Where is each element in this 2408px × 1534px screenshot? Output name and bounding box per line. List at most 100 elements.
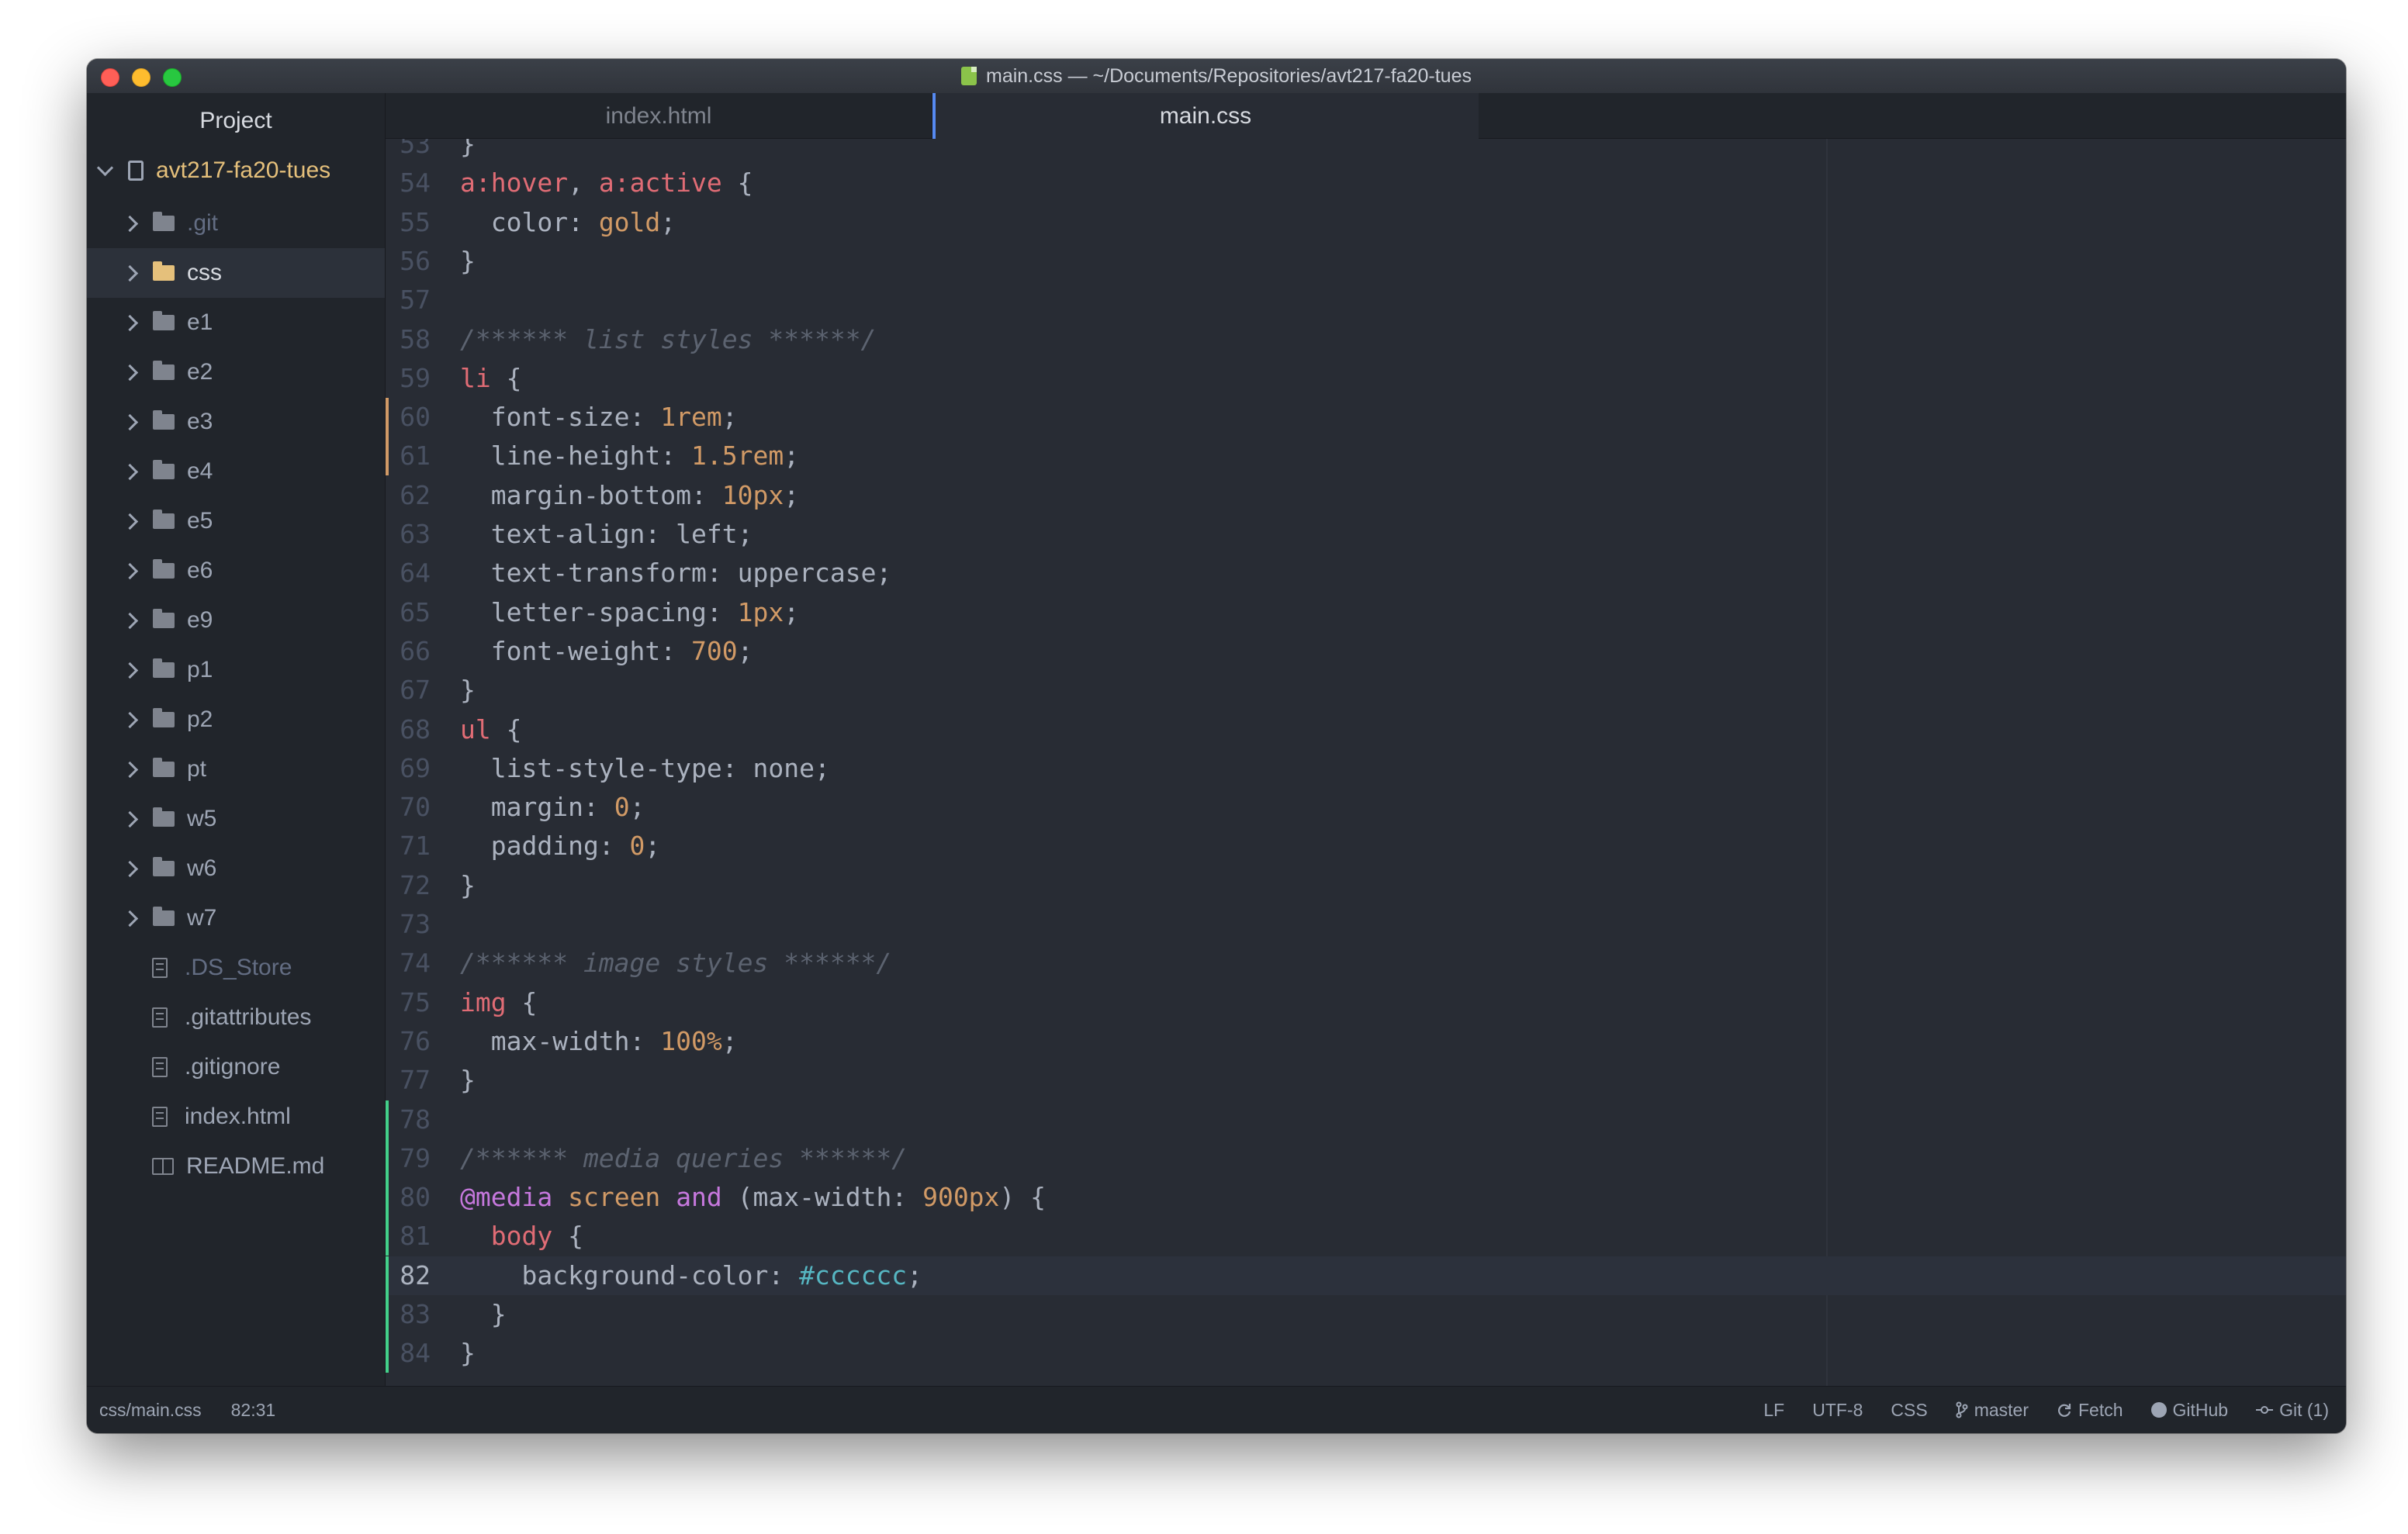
code-line[interactable]: 80 @media screen and (max-width: 900px) {	[386, 1178, 2346, 1218]
tab-index-html[interactable]: index.html	[386, 93, 932, 138]
code-line[interactable]: 62 margin-bottom: 10px;	[386, 476, 2346, 515]
line-number: 82	[400, 1259, 431, 1290]
code-line[interactable]: 74 /****** image styles ******/	[386, 944, 2346, 983]
project-root[interactable]: avt217-fa20-tues	[87, 149, 385, 192]
code-line[interactable]: 71 padding: 0;	[386, 827, 2346, 865]
code-line[interactable]: 82 background-color: #cccccc;	[386, 1256, 2346, 1295]
tree-folder[interactable]: p2	[87, 695, 385, 745]
code-token: {	[506, 986, 538, 1017]
status-file-path[interactable]: css/main.css	[99, 1400, 202, 1421]
code-line[interactable]: 64 text-transform: uppercase;	[386, 554, 2346, 593]
code-token: {	[490, 713, 522, 745]
tree-file[interactable]: .DS_Store	[87, 943, 385, 993]
tree-item-label: .DS_Store	[185, 955, 292, 980]
code-token: /****** image styles ******/	[460, 948, 892, 979]
code-line[interactable]: 59 li {	[386, 359, 2346, 398]
tree-folder[interactable]: e3	[87, 397, 385, 447]
code-line[interactable]: 79 /****** media queries ******/	[386, 1138, 2346, 1178]
tree-folder[interactable]: e6	[87, 546, 385, 596]
tree-item-label: e6	[187, 558, 213, 583]
github-icon	[2150, 1402, 2167, 1418]
code-line[interactable]: 55 color: gold;	[386, 203, 2346, 242]
code-token: img	[460, 986, 507, 1017]
tab-main-css[interactable]: main.css	[932, 93, 1479, 139]
folder-icon	[153, 708, 175, 727]
tree-file[interactable]: .gitignore	[87, 1042, 385, 1092]
code-line[interactable]: 53}	[386, 139, 2346, 164]
code-line[interactable]: 70 margin: 0;	[386, 788, 2346, 827]
tree-item-label: w6	[187, 855, 217, 881]
status-branch[interactable]: master	[1956, 1400, 2029, 1421]
code-line[interactable]: 57	[386, 281, 2346, 320]
code-line[interactable]: 61 line-height: 1.5rem;	[386, 437, 2346, 476]
code-token: text-align:	[460, 519, 676, 549]
code-token: ;	[645, 831, 661, 862]
code-token: /****** media queries ******/	[460, 1142, 908, 1173]
line-code: text-transform: uppercase;	[460, 554, 892, 593]
tree-folder[interactable]: e2	[87, 347, 385, 397]
tree-folder[interactable]: e4	[87, 447, 385, 496]
code-line[interactable]: 54 a:hover, a:active {	[386, 164, 2346, 202]
code-token: a:hover	[460, 168, 569, 199]
code-token: 0	[629, 831, 645, 862]
fetch-button[interactable]: Fetch	[2057, 1400, 2123, 1421]
code-editor[interactable]: 53} 54 a:hover, a:active {55 color: gold; 5…	[386, 139, 2346, 1387]
status-encoding[interactable]: UTF-8	[1812, 1400, 1863, 1421]
status-grammar[interactable]: CSS	[1891, 1400, 1927, 1421]
tree-file[interactable]: README.md	[87, 1142, 385, 1191]
project-panel-title[interactable]: Project	[87, 93, 385, 149]
code-line[interactable]: 60 font-size: 1rem;	[386, 398, 2346, 437]
tree-folder[interactable]: e9	[87, 596, 385, 645]
chevron-right-icon	[121, 711, 139, 728]
tree-folder[interactable]: e5	[87, 496, 385, 546]
tree-folder[interactable]: w7	[87, 893, 385, 943]
code-line[interactable]: 68 ul {	[386, 710, 2346, 749]
tree-folder[interactable]: .git	[87, 199, 385, 248]
title-bar[interactable]: main.css — ~/Documents/Repositories/avt2…	[87, 59, 2346, 94]
line-code: line-height: 1.5rem;	[460, 437, 799, 475]
code-token: text-transform:	[460, 558, 738, 589]
code-line[interactable]: 66 font-weight: 700;	[386, 632, 2346, 671]
tree-folder[interactable]: w6	[87, 844, 385, 893]
code-line[interactable]: 81 body {	[386, 1217, 2346, 1256]
code-line[interactable]: 76 max-width: 100%;	[386, 1022, 2346, 1061]
code-line[interactable]: 67}	[386, 671, 2346, 710]
folder-icon	[153, 510, 175, 529]
status-cursor-position[interactable]: 82:31	[231, 1400, 276, 1421]
code-line[interactable]: 73	[386, 905, 2346, 944]
code-line[interactable]: 63 text-align: left;	[386, 515, 2346, 554]
github-button[interactable]: GitHub	[2150, 1400, 2228, 1421]
code-line[interactable]: 77}	[386, 1061, 2346, 1100]
code-line[interactable]: 75 img {	[386, 983, 2346, 1022]
line-number: 73	[400, 909, 431, 939]
tree-folder[interactable]: w5	[87, 794, 385, 844]
code-line[interactable]: 84}	[386, 1334, 2346, 1373]
chevron-right-icon	[121, 562, 139, 579]
tree-folder[interactable]: e1	[87, 298, 385, 347]
tree-item-label: .gitattributes	[185, 1004, 312, 1030]
tree-file[interactable]: .gitattributes	[87, 993, 385, 1042]
code-line[interactable]: 58 /****** list styles ******/	[386, 320, 2346, 359]
code-token: background-color:	[460, 1259, 800, 1290]
tree-folder[interactable]: pt	[87, 745, 385, 794]
tree-folder[interactable]: p1	[87, 645, 385, 695]
code-line[interactable]: 83 }	[386, 1295, 2346, 1334]
tree-item-label: .git	[187, 210, 219, 236]
code-line[interactable]: 72}	[386, 866, 2346, 905]
code-line[interactable]: 65 letter-spacing: 1px;	[386, 593, 2346, 632]
code-line[interactable]: 56}	[386, 242, 2346, 281]
tree-folder[interactable]: css	[87, 248, 385, 298]
status-line-ending[interactable]: LF	[1763, 1400, 1784, 1421]
git-label: Git (1)	[2279, 1399, 2329, 1420]
code-token: ;	[907, 1259, 923, 1290]
code-token: 1px	[737, 596, 784, 627]
css-file-icon	[961, 67, 977, 85]
line-number: 61	[400, 441, 431, 472]
tree-file[interactable]: index.html	[87, 1092, 385, 1142]
code-line[interactable]: 78	[386, 1100, 2346, 1139]
fetch-label: Fetch	[2078, 1399, 2123, 1420]
git-button[interactable]: Git (1)	[2256, 1400, 2329, 1421]
code-token: and	[676, 1182, 722, 1213]
code-line[interactable]: 69 list-style-type: none;	[386, 749, 2346, 788]
